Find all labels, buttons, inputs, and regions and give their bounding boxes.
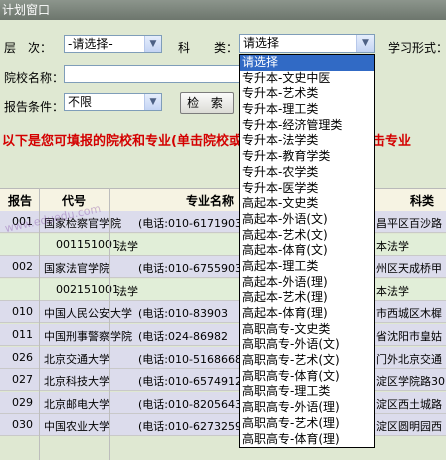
header-cell: 科类 bbox=[410, 194, 435, 208]
table-cell[interactable]: (电话:010-65749120 bbox=[138, 373, 249, 389]
search-form: 层 次： -请选择- ▼ 科 类： 学习形式： 院校名称： 报告条件： 不限 ▼… bbox=[0, 20, 446, 120]
table-cell[interactable]: 法学 bbox=[116, 238, 138, 254]
category-option[interactable]: 高起本-艺术(文) bbox=[240, 228, 374, 244]
chevron-down-icon[interactable]: ▼ bbox=[356, 35, 374, 52]
major-row[interactable]: 002151001 法学 本法学 bbox=[0, 278, 446, 301]
category-option[interactable]: 高职高专-外语(文) bbox=[240, 337, 374, 353]
table-cell[interactable]: 北京邮电大学 bbox=[44, 396, 110, 412]
table-cell[interactable]: 国家法官学院 bbox=[44, 260, 110, 276]
category-option[interactable]: 高起本-体育(文) bbox=[240, 243, 374, 259]
category-option[interactable]: 专升本-理工类 bbox=[240, 102, 374, 118]
table-cell: 027 bbox=[12, 373, 33, 387]
table-cell[interactable]: 中国农业大学 bbox=[44, 418, 110, 434]
table-cell[interactable]: (电话:010-83903 bbox=[138, 305, 228, 321]
condition-select[interactable]: 不限 ▼ bbox=[64, 93, 162, 111]
school-row[interactable]: 030 中国农业大学 (电话:010-62732592 淀区圆明园西 bbox=[0, 414, 446, 437]
table-cell[interactable]: (电话:010-67559033 bbox=[138, 260, 249, 276]
table-cell[interactable]: 北京科技大学 bbox=[44, 373, 110, 389]
category-option[interactable]: 高起本-外语(理) bbox=[240, 275, 374, 291]
header-cell: 专业名称 bbox=[186, 194, 235, 208]
table-cell[interactable]: 北京交通大学 bbox=[44, 351, 110, 367]
school-row[interactable]: 002 国家法官学院 (电话:010-67559033 州区天成桥甲 bbox=[0, 256, 446, 279]
school-name-label: 院校名称： bbox=[4, 71, 65, 85]
category-option[interactable]: 高起本-外语(文) bbox=[240, 212, 374, 228]
school-row[interactable]: 026 北京交通大学 (电话:010-51686680 门外北京交通 bbox=[0, 346, 446, 369]
study-form-label: 学习形式： bbox=[388, 41, 446, 55]
chevron-down-icon[interactable]: ▼ bbox=[144, 36, 161, 52]
table-cell: 本法学 bbox=[376, 284, 409, 298]
school-row[interactable]: 029 北京邮电大学 (电话:010-82056438 淀区西土城路 bbox=[0, 391, 446, 414]
level-select[interactable]: -请选择- ▼ bbox=[64, 35, 162, 53]
category-option[interactable]: 高起本-艺术(理) bbox=[240, 290, 374, 306]
table-cell: 010 bbox=[12, 305, 33, 319]
category-option[interactable]: 高职高专-艺术(理) bbox=[240, 416, 374, 432]
table-cell[interactable]: 中国刑事警察学院 bbox=[44, 328, 132, 344]
table-cell[interactable]: (电话:010-82056438 bbox=[138, 396, 249, 412]
table-cell: 淀区西土城路 bbox=[376, 397, 442, 411]
level-label: 层 次： bbox=[4, 41, 53, 55]
table-cell: 淀区学院路30 bbox=[376, 375, 445, 389]
table-cell: 030 bbox=[12, 418, 33, 432]
window-title: 计划窗口 bbox=[0, 0, 446, 20]
table-cell: 省沈阳市皇姑 bbox=[376, 330, 442, 343]
table-cell: 029 bbox=[12, 395, 33, 409]
category-label: 科 类： bbox=[178, 41, 239, 55]
table-cell: 002 bbox=[12, 260, 33, 274]
table-cell: 州区天成桥甲 bbox=[376, 262, 442, 276]
table-cell[interactable]: 法学 bbox=[116, 283, 138, 299]
table-cell: 淀区圆明园西 bbox=[376, 420, 442, 434]
category-option[interactable]: 专升本-医学类 bbox=[240, 181, 374, 197]
category-option[interactable]: 高起本-文史类 bbox=[240, 196, 374, 212]
table-cell[interactable]: 中国人民公安大学 bbox=[44, 305, 132, 321]
category-options-list[interactable]: 请选择 专升本-文史中医 专升本-艺术类 专升本-理工类 专升本-经济管理类 专升本-法学… bbox=[239, 54, 375, 449]
category-option[interactable]: 请选择 bbox=[240, 55, 374, 71]
category-option[interactable]: 高起本-理工类 bbox=[240, 259, 374, 275]
category-option[interactable]: 高职高专-体育(文) bbox=[240, 369, 374, 385]
category-option[interactable]: 专升本-教育学类 bbox=[240, 149, 374, 165]
table-cell: 011 bbox=[12, 328, 33, 341]
table-cell: 昌平区百沙路 bbox=[376, 217, 442, 230]
school-row[interactable]: 010 中国人民公安大学 (电话:010-83903 市西城区木樨 bbox=[0, 301, 446, 324]
table-cell: 门外北京交通 bbox=[376, 352, 442, 366]
table-cell[interactable]: (电话:010-6171903 bbox=[138, 215, 242, 231]
category-option[interactable]: 高起本-体育(理) bbox=[240, 306, 374, 322]
major-row[interactable]: 001151001 法学 本法学 bbox=[0, 233, 446, 256]
table-cell: 市西城区木樨 bbox=[376, 307, 442, 321]
category-option[interactable]: 高职高专-文史类 bbox=[240, 322, 374, 338]
category-option[interactable]: 专升本-文史中医 bbox=[240, 71, 374, 87]
table-cell: 本法学 bbox=[376, 239, 409, 253]
table-cell[interactable]: (电话:010-51686680 bbox=[138, 351, 249, 367]
category-option[interactable]: 专升本-经济管理类 bbox=[240, 118, 374, 134]
category-option[interactable]: 高职高专-体育(理) bbox=[240, 432, 374, 448]
table-cell[interactable]: (电话:024-86982 bbox=[138, 328, 228, 344]
category-option[interactable]: 高职高专-外语(理) bbox=[240, 400, 374, 416]
search-button[interactable]: 检 索 bbox=[180, 92, 234, 114]
category-option[interactable]: 专升本-农学类 bbox=[240, 165, 374, 181]
table-cell[interactable]: (电话:010-62732592 bbox=[138, 418, 249, 434]
category-option[interactable]: 专升本-艺术类 bbox=[240, 86, 374, 102]
category-option[interactable]: 高职高专-艺术(文) bbox=[240, 353, 374, 369]
category-select[interactable]: 请选择 ▼ bbox=[239, 34, 375, 53]
table-cell: 026 bbox=[12, 350, 33, 364]
category-option[interactable]: 专升本-法学类 bbox=[240, 133, 374, 149]
chevron-down-icon[interactable]: ▼ bbox=[144, 94, 161, 110]
category-option[interactable]: 高职高专-理工类 bbox=[240, 384, 374, 400]
condition-label: 报告条件： bbox=[4, 100, 65, 114]
header-cell: 报告 bbox=[8, 194, 33, 208]
school-row[interactable]: 011 中国刑事警察学院 (电话:024-86982 省沈阳市皇姑 bbox=[0, 324, 446, 346]
school-row[interactable]: 027 北京科技大学 (电话:010-65749120 淀区学院路30 bbox=[0, 369, 446, 392]
school-name-input[interactable] bbox=[64, 65, 240, 83]
